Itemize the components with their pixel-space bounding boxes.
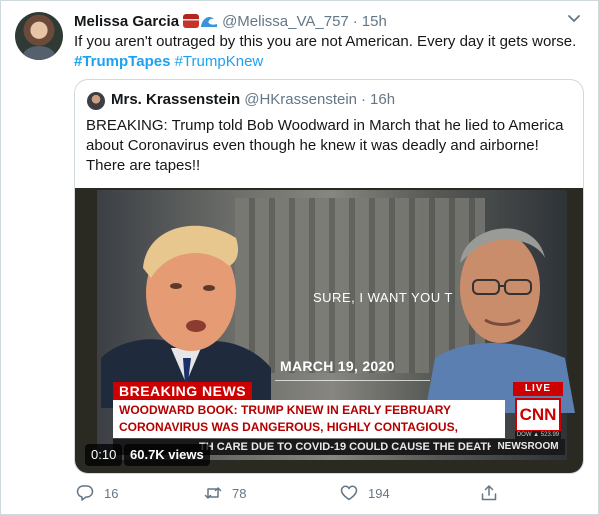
like-button[interactable]: 194: [340, 484, 390, 502]
share-icon: [481, 485, 497, 501]
chyron-headline: WOODWARD BOOK: TRUMP KNEW IN EARLY FEBRU…: [113, 400, 505, 451]
section-label: NEWSROOM: [491, 439, 565, 455]
tweet-actions: 16 78 194: [74, 484, 504, 504]
hashtag-link[interactable]: #TrumpKnew: [175, 53, 264, 70]
reply-count: 16: [104, 485, 119, 501]
author-avatar[interactable]: [15, 12, 63, 60]
author-emoji: [183, 14, 218, 28]
drum-icon: [183, 14, 200, 28]
video-duration: 0:10: [85, 444, 123, 466]
tweet-timestamp[interactable]: 15h: [362, 13, 387, 30]
video-quote-overlay: SURE, I WANT YOU T: [313, 290, 453, 305]
network-logo: CNN: [515, 398, 561, 432]
retweet-button[interactable]: 78: [204, 484, 246, 502]
video-person-left: [101, 225, 271, 408]
quoted-tweet-header: Mrs. Krassenstein @HKrassenstein · 16h: [111, 91, 395, 108]
separator-dot: ·: [361, 91, 367, 108]
dow-ticker: DOW ▲ 523.99: [515, 431, 561, 439]
tweet-text: If you aren't outraged by this you are n…: [74, 32, 579, 72]
quoted-author-name[interactable]: Mrs. Krassenstein: [111, 91, 240, 108]
video-view-count: 60.7K views: [124, 444, 210, 466]
separator-dot: ·: [352, 12, 358, 30]
reply-icon: [76, 485, 94, 501]
like-count: 194: [368, 485, 390, 501]
divider: [275, 380, 430, 381]
tweet-body: If you aren't outraged by this you are n…: [74, 33, 577, 50]
video-date-overlay: MARCH 19, 2020: [280, 358, 395, 374]
quoted-author-avatar[interactable]: [87, 92, 105, 110]
wave-icon: [201, 17, 218, 27]
author-handle[interactable]: @Melissa_VA_757: [222, 13, 349, 30]
retweet-count: 78: [232, 485, 247, 501]
breaking-news-label: BREAKING NEWS: [113, 382, 253, 400]
author-name[interactable]: Melissa Garcia: [74, 13, 179, 30]
quoted-author-handle[interactable]: @HKrassenstein: [244, 91, 357, 108]
hashtag-link[interactable]: #TrumpTapes: [74, 53, 170, 70]
tweet-header: Melissa Garcia @Melissa_VA_757 · 15h: [74, 10, 387, 32]
retweet-icon: [204, 487, 222, 499]
share-button[interactable]: [480, 484, 508, 502]
heart-icon: [340, 485, 358, 501]
quoted-tweet-text: BREAKING: Trump told Bob Woodward in Mar…: [86, 117, 564, 174]
reply-button[interactable]: 16: [76, 484, 118, 502]
live-badge: LIVE: [513, 382, 563, 396]
video-player[interactable]: SURE, I WANT YOU T MARCH 19, 2020 BREAKI…: [75, 188, 583, 473]
chevron-down-icon[interactable]: [567, 14, 581, 24]
quoted-tweet[interactable]: Mrs. Krassenstein @HKrassenstein · 16h B…: [74, 79, 584, 474]
quoted-tweet-timestamp[interactable]: 16h: [370, 91, 395, 108]
